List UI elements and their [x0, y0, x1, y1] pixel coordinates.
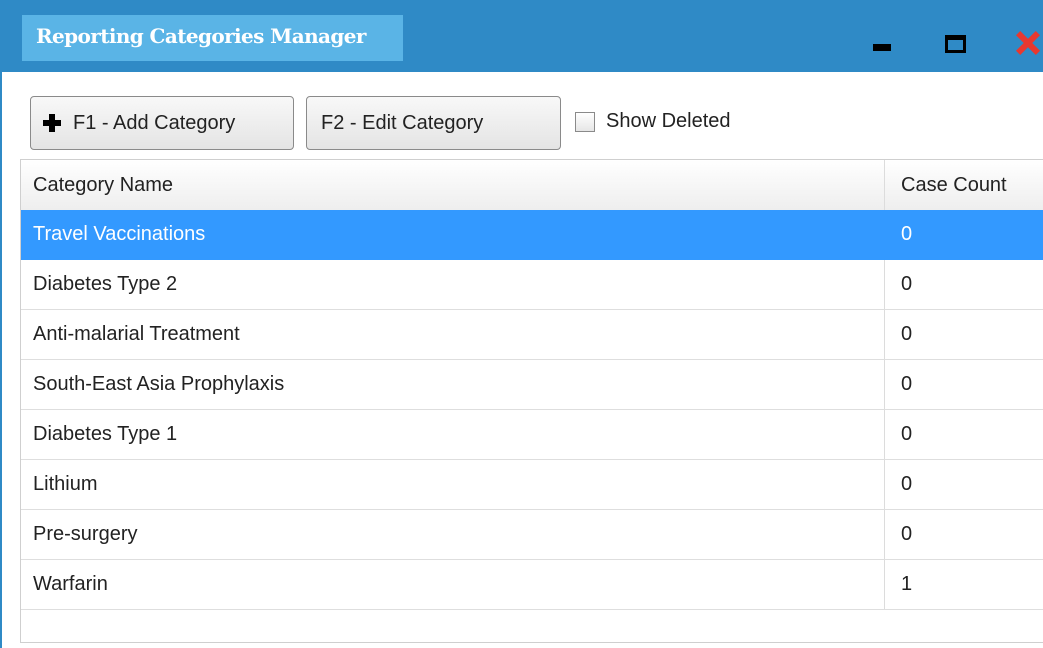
category-name-cell: Warfarin [21, 560, 885, 609]
category-name-cell: Diabetes Type 2 [21, 260, 885, 309]
category-name-cell: Travel Vaccinations [21, 210, 885, 259]
case-count-cell: 0 [901, 323, 913, 345]
table-row[interactable]: Warfarin 1 [21, 560, 1043, 610]
table-row[interactable]: Diabetes Type 2 0 [21, 260, 1043, 310]
category-name-cell: Lithium [21, 460, 885, 509]
show-deleted-checkbox[interactable] [575, 111, 595, 132]
case-count-cell: 0 [901, 523, 913, 545]
title-bar[interactable]: Reporting Categories Manager [2, 0, 1043, 72]
column-header-case-count[interactable]: Case Count [885, 160, 1043, 210]
case-count-cell: 0 [901, 473, 913, 495]
window-title: Reporting Categories Manager [36, 24, 366, 48]
reporting-categories-window: Reporting Categories Manager F1 - Add Ca… [0, 0, 1043, 648]
column-header-category-name[interactable]: Category Name [21, 160, 885, 210]
table-row[interactable]: Pre-surgery 0 [21, 510, 1043, 560]
edit-category-label: F2 - Edit Category [321, 111, 484, 134]
case-count-cell: 0 [901, 373, 913, 395]
case-count-cell: 0 [901, 273, 913, 295]
add-category-button[interactable]: F1 - Add Category [30, 96, 294, 150]
table-row[interactable]: Lithium 0 [21, 460, 1043, 510]
table-row[interactable]: Diabetes Type 1 0 [21, 410, 1043, 460]
show-deleted-label: Show Deleted [606, 110, 731, 132]
categories-grid: Category Name Case Count Travel Vaccinat… [20, 159, 1043, 643]
show-deleted-toggle[interactable]: Show Deleted [575, 110, 731, 133]
maximize-button[interactable] [932, 22, 970, 60]
table-row[interactable]: South-East Asia Prophylaxis 0 [21, 360, 1043, 410]
close-button[interactable] [1000, 22, 1041, 60]
category-name-cell: South-East Asia Prophylaxis [21, 360, 885, 409]
edit-category-button[interactable]: F2 - Edit Category [306, 96, 561, 150]
maximize-icon [945, 35, 966, 53]
table-row[interactable]: Anti-malarial Treatment 0 [21, 310, 1043, 360]
case-count-cell: 0 [901, 223, 913, 245]
case-count-cell: 1 [901, 573, 913, 595]
minimize-button[interactable] [857, 22, 895, 60]
table-row[interactable]: Travel Vaccinations 0 [21, 210, 1043, 260]
plus-icon [43, 114, 61, 132]
category-name-cell: Diabetes Type 1 [21, 410, 885, 459]
category-name-cell: Anti-malarial Treatment [21, 310, 885, 359]
grid-header: Category Name Case Count [21, 160, 1043, 211]
category-name-cell: Pre-surgery [21, 510, 885, 559]
minimize-icon [873, 44, 891, 51]
add-category-label: F1 - Add Category [73, 111, 236, 134]
case-count-cell: 0 [901, 423, 913, 445]
title-tab: Reporting Categories Manager [22, 15, 403, 61]
